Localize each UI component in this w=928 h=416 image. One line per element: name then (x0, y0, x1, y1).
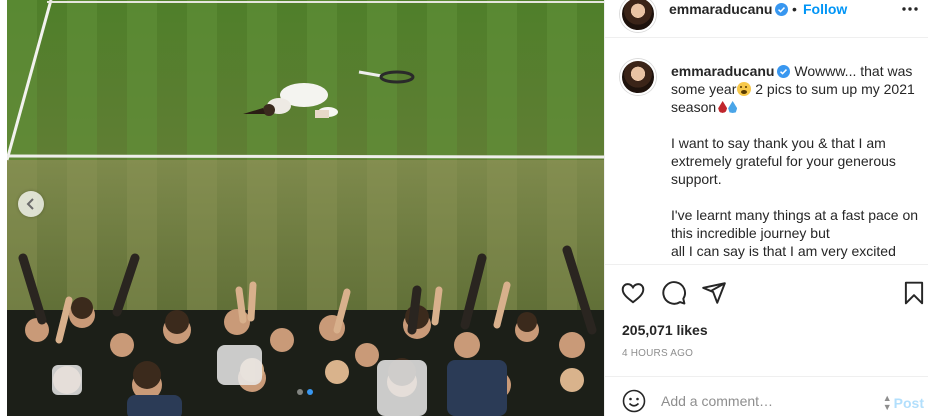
carousel-dot (297, 389, 303, 395)
chevron-left-icon (26, 198, 34, 210)
comment-input[interactable] (661, 390, 861, 412)
post-button-label[interactable]: Post (894, 395, 924, 411)
caption-paragraph-2: I want to say thank you & that I am extr… (671, 135, 896, 187)
timestamp[interactable]: 4 HOURS AGO (622, 348, 693, 360)
verified-badge-icon (777, 65, 791, 78)
carousel-indicator (297, 389, 313, 395)
post-header: emmaraducanu • Follow (605, 0, 928, 38)
comment-icon[interactable] (661, 280, 687, 306)
verified-badge-icon (775, 3, 789, 16)
separator: • (792, 1, 797, 17)
likes-count[interactable]: 205,071 likes (622, 321, 708, 339)
comment-bar: ▲▼ Post (605, 376, 928, 416)
username-text[interactable]: emmaraducanu (669, 1, 772, 17)
red-drop-emoji-icon (718, 101, 728, 113)
action-bar: 205,071 likes 4 HOURS AGO (605, 264, 928, 376)
header-username[interactable]: emmaraducanu (669, 1, 789, 17)
caption-paragraph-3a: I've learnt many things at a fast pace o… (671, 207, 919, 241)
previous-slide-button[interactable] (18, 191, 44, 217)
share-icon[interactable] (701, 280, 727, 306)
tennis-celebration-image (7, 0, 604, 416)
caption-avatar[interactable] (620, 59, 656, 95)
heart-icon[interactable] (620, 280, 646, 306)
caption-text: emmaraducanu Wowww... that was some year… (671, 62, 923, 264)
instagram-post-window: emmaraducanu • Follow emmaraducanu Wowww… (0, 0, 928, 416)
follow-button[interactable]: Follow (803, 1, 847, 17)
caption-paragraph-3b: all I can say is that I am very excited … (671, 243, 896, 264)
emoji-icon[interactable] (622, 389, 646, 413)
post-button[interactable]: ▲ ▼ Post (883, 394, 924, 412)
caption-area[interactable]: emmaraducanu Wowww... that was some year… (605, 38, 928, 264)
resize-arrows-icon: ▲ ▼ (882, 393, 892, 412)
carousel-dot-active (307, 389, 313, 395)
astonished-emoji-icon (737, 82, 752, 96)
blue-drop-emoji-icon (728, 101, 738, 113)
bookmark-icon[interactable] (901, 280, 927, 306)
avatar[interactable] (620, 0, 656, 32)
caption-username[interactable]: emmaraducanu (671, 63, 774, 79)
more-options-icon[interactable] (902, 3, 918, 15)
post-photo[interactable] (7, 0, 604, 416)
post-details-panel: emmaraducanu • Follow emmaraducanu Wowww… (604, 0, 928, 416)
